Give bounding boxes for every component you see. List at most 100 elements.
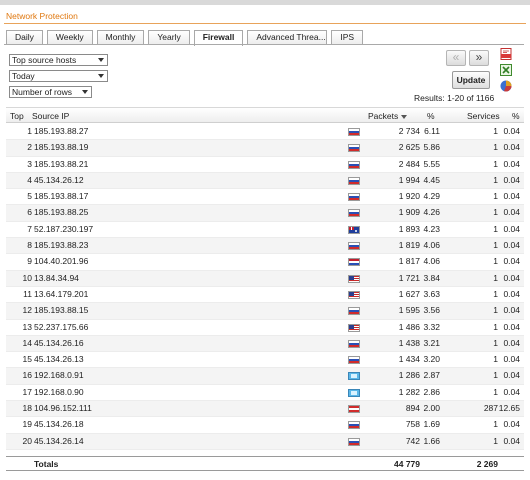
packets-pct: 4.26 xyxy=(423,207,440,218)
source-ip-link[interactable]: 13.64.179.201 xyxy=(34,289,88,299)
table-row: 3 185.193.88.21 2 484 5.55 1 0.04 xyxy=(6,157,524,173)
rank: 3 xyxy=(27,158,32,169)
packets-pct: 3.21 xyxy=(423,337,440,348)
rank: 18 xyxy=(22,403,32,414)
rank: 12 xyxy=(22,305,32,316)
services-pct: 12.65 xyxy=(498,403,520,414)
country-flag-icon xyxy=(348,128,360,136)
packets-value: 1 721 xyxy=(398,272,420,283)
col-pct2[interactable]: % xyxy=(512,111,520,121)
tab-ips[interactable]: IPS xyxy=(331,30,364,45)
rank: 19 xyxy=(22,419,32,430)
period-select[interactable]: Today xyxy=(9,70,108,82)
source-ip-link[interactable]: 13.84.34.94 xyxy=(34,273,79,283)
services-pct: 0.04 xyxy=(503,419,520,430)
country-flag-icon xyxy=(348,176,360,185)
source-ip-link[interactable]: 45.134.26.13 xyxy=(34,355,84,364)
table-row: 2 185.193.88.19 2 625 5.86 1 0.04 xyxy=(6,140,524,157)
source-ip-link[interactable]: 185.193.88.23 xyxy=(34,241,88,250)
source-ip-link[interactable]: 185.193.88.15 xyxy=(34,306,88,315)
rows-select[interactable]: Number of rows xyxy=(9,86,92,98)
excel-export-icon[interactable] xyxy=(500,64,512,76)
chevron-down-icon xyxy=(82,90,88,94)
source-ip-link[interactable]: 52.187.230.197 xyxy=(34,224,93,234)
packets-pct: 3.63 xyxy=(423,288,440,299)
country-flag-icon xyxy=(348,144,360,153)
packets-value: 1 486 xyxy=(398,321,420,332)
period-value: Today xyxy=(12,71,35,81)
totals-row: Totals 44 779 2 269 xyxy=(6,456,524,471)
tab-daily[interactable]: Daily xyxy=(6,30,43,45)
packets-pct: 2.86 xyxy=(423,386,440,397)
tab-monthly[interactable]: Monthly xyxy=(96,30,145,45)
source-ip-link[interactable]: 45.134.26.18 xyxy=(34,420,84,429)
source-ip-link[interactable]: 185.193.88.19 xyxy=(34,143,88,152)
col-source-ip[interactable]: Source IP xyxy=(32,111,69,121)
packets-value: 1 438 xyxy=(398,337,420,348)
table-row: 18 104.96.152.111 894 2.00 287 12.65 xyxy=(6,401,524,418)
rank: 9 xyxy=(27,256,32,267)
rank: 14 xyxy=(22,337,32,348)
packets-value: 1 286 xyxy=(398,370,420,381)
services-pct: 0.04 xyxy=(503,191,520,202)
packets-pct: 3.84 xyxy=(423,272,440,283)
packets-value: 1 282 xyxy=(398,386,420,397)
packets-value: 894 xyxy=(405,403,420,414)
services-pct: 0.04 xyxy=(503,223,520,234)
country-flag-icon xyxy=(348,437,360,446)
source-ip-link[interactable]: 185.193.88.21 xyxy=(34,159,88,169)
source-ip-link[interactable]: 52.237.175.66 xyxy=(34,322,88,332)
services-value: 1 xyxy=(493,288,498,299)
services-value: 1 xyxy=(493,158,498,169)
source-ip-link[interactable]: 185.193.88.25 xyxy=(34,208,88,217)
services-value: 1 xyxy=(493,370,498,381)
source-ip-link[interactable]: 185.193.88.17 xyxy=(34,192,88,201)
col-packets-label: Packets xyxy=(368,111,399,121)
tab-yearly[interactable]: Yearly xyxy=(148,30,190,45)
update-button[interactable]: Update xyxy=(452,71,490,89)
tab-weekly[interactable]: Weekly xyxy=(46,30,93,45)
totals-label: Totals xyxy=(34,459,59,469)
col-top[interactable]: Top xyxy=(10,111,24,121)
services-value: 1 xyxy=(493,272,498,283)
pdf-export-icon[interactable] xyxy=(500,48,512,60)
source-ip-link[interactable]: 192.168.0.90 xyxy=(34,387,84,397)
source-ip-link[interactable]: 45.134.26.16 xyxy=(34,338,84,348)
services-value: 287 xyxy=(483,403,498,414)
packets-value: 2 484 xyxy=(398,158,420,169)
source-ip-link[interactable]: 45.134.26.14 xyxy=(34,436,84,446)
col-packets[interactable]: Packets xyxy=(368,111,408,121)
next-page-button[interactable]: » xyxy=(469,50,489,66)
rank: 17 xyxy=(22,386,32,397)
rank: 20 xyxy=(22,435,32,446)
rank: 15 xyxy=(22,354,32,365)
window-title: Network Protection xyxy=(6,11,78,21)
services-value: 1 xyxy=(493,435,498,446)
report-type-value: Top source hosts xyxy=(12,55,77,65)
chart-icon[interactable] xyxy=(500,80,512,92)
services-pct: 0.04 xyxy=(503,386,520,397)
source-ip-link[interactable]: 192.168.0.91 xyxy=(34,371,84,380)
country-flag-icon xyxy=(348,372,360,381)
packets-value: 1 819 xyxy=(398,240,420,251)
table-row: 10 13.84.34.94 1 721 3.84 1 0.04 xyxy=(6,270,524,287)
source-ip-link[interactable]: 185.193.88.27 xyxy=(34,127,88,136)
tab-advanced-threat[interactable]: Advanced Threa... xyxy=(247,30,328,45)
table-row: 11 13.64.179.201 1 627 3.63 1 0.04 xyxy=(6,287,524,304)
country-flag-icon xyxy=(348,242,360,251)
services-pct: 0.04 xyxy=(503,142,520,153)
source-ip-link[interactable]: 104.40.201.96 xyxy=(34,257,88,266)
source-ip-link[interactable]: 104.96.152.111 xyxy=(34,404,92,413)
services-value: 1 xyxy=(493,126,498,136)
report-type-select[interactable]: Top source hosts xyxy=(9,54,108,66)
packets-value: 1 909 xyxy=(398,207,420,218)
packets-value: 2 734 xyxy=(398,126,420,136)
packets-pct: 3.32 xyxy=(423,321,440,332)
col-services[interactable]: Services xyxy=(467,111,500,121)
services-pct: 0.04 xyxy=(503,435,520,446)
table-row: 5 185.193.88.17 1 920 4.29 1 0.04 xyxy=(6,189,524,206)
source-ip-link[interactable]: 45.134.26.12 xyxy=(34,175,84,185)
totals-packets: 44 779 xyxy=(394,459,420,469)
prev-page-button[interactable]: « xyxy=(446,50,466,66)
col-pct[interactable]: % xyxy=(427,111,435,121)
